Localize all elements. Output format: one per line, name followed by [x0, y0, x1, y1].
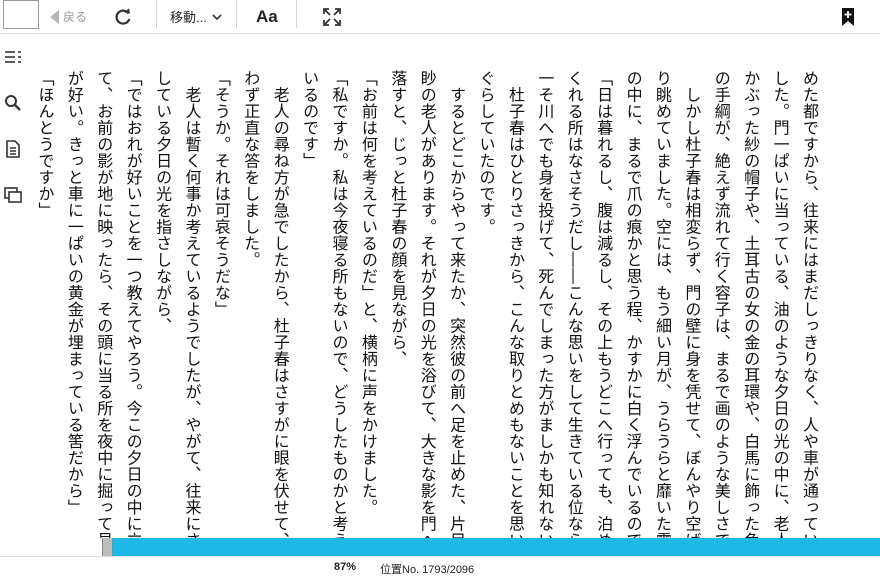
status-bar: 87% 位置No. 1793/2096: [0, 556, 880, 577]
toc-icon: [5, 51, 21, 63]
toolbar-separator: [156, 0, 157, 28]
text-line: 「ほんとうですか」: [35, 70, 55, 219]
text-line: の中に、まるで爪の痕かと思う程、かすかに白く浮んでいるのです。: [623, 70, 643, 538]
text-line: した。門一ぱいに当っている、油のような夕日の光の中に、老人の: [770, 70, 790, 538]
text-line: めた都ですから、往来にはまだしっきりなく、人や車が通っていま: [800, 70, 819, 538]
reading-page[interactable]: めた都ですから、往来にはまだしっきりなく、人や車が通っていま した。門一ぱいに当…: [28, 34, 880, 538]
location-indicator: 位置No. 1793/2096: [380, 564, 475, 576]
back-arrow-icon: [50, 9, 59, 24]
text-line: しかし杜子春は相変らず、門の壁に身を凭せて、ぼんやり空ばか: [682, 70, 702, 539]
sidebar: [0, 34, 28, 556]
fullscreen-icon: [323, 7, 341, 26]
move-label: 移動...: [170, 10, 207, 25]
notes-button[interactable]: [4, 140, 22, 158]
bookmark-icon: [842, 7, 854, 26]
progress-percent: 87%: [334, 561, 357, 573]
text-line: の手綱が、絶えず流れて行く容子は、まるで画のような美しさです。: [711, 70, 731, 538]
progress-handle[interactable]: [102, 538, 113, 556]
toolbar: 戻る 移動... Aa: [0, 0, 880, 34]
progress-bar[interactable]: [28, 538, 880, 556]
text-line: 一そ川へでも身を投げて、死んでしまった方がましかも知れない」: [535, 70, 555, 538]
text-line: いるのです」: [300, 70, 320, 169]
chevron-down-icon: [212, 13, 222, 20]
text-line: かぶった紗の帽子や、土耳古の女の金の耳環や、白馬に飾った色糸: [741, 70, 761, 538]
text-line: わず正直な答をしました。: [241, 70, 261, 268]
text-line: が好い。きっと車に一ぱいの黄金が埋まっている筈だから」: [64, 70, 84, 516]
fullscreen-button[interactable]: [322, 0, 342, 33]
text-line: 「日は暮れるし、腹は減るし、その上もうどこへ行っても、泊めて: [594, 70, 614, 538]
text-line: 眇の老人があります。それが夕日の光を浴びて、大きな影を門へ: [417, 70, 437, 538]
back-label: 戻る: [63, 10, 88, 24]
notes-icon: [6, 140, 20, 158]
text-line: 老人は暫く何事か考えているようでしたが、やがて、往来にさ: [182, 70, 202, 539]
text-line: て、お前の影が地に映ったら、その頭に当る所を夜中に掘って見る: [94, 70, 114, 538]
vertical-text-column: めた都ですから、往来にはまだしっきりなく、人や車が通っていま した。門一ぱいに当…: [30, 70, 824, 539]
font-label: Aa: [256, 6, 278, 26]
text-line: 落すと、じっと杜子春の顔を見ながら、: [388, 70, 408, 367]
pages-icon: [4, 187, 22, 203]
back-button[interactable]: 戻る: [50, 0, 87, 33]
bookmark-button[interactable]: [840, 0, 856, 33]
font-settings-button[interactable]: Aa: [256, 0, 278, 33]
pages-button[interactable]: [4, 186, 22, 204]
move-dropdown[interactable]: 移動...: [170, 0, 223, 33]
toolbar-toggle-box[interactable]: [3, 0, 39, 29]
toolbar-separator: [296, 0, 297, 28]
text-line: 「そうか。それは可哀そうだな」: [211, 70, 231, 318]
search-icon: [5, 95, 21, 111]
toolbar-separator: [236, 0, 237, 28]
refresh-icon: [115, 7, 131, 25]
text-line: 老人の尋ね方が急でしたから、杜子春はさすがに眼を伏せて、思: [270, 70, 290, 539]
text-line: 「ではおれが好いことを一つ教えてやろう。今この夕日の中に立っ: [123, 70, 143, 538]
text-line: くれる所はなさそうだし――こんな思いをして生きている位なら、: [564, 70, 584, 538]
text-line: するとどこからやって来たか、突然彼の前へ足を止めた、片目: [447, 70, 467, 539]
toc-button[interactable]: [4, 48, 22, 66]
text-line: している夕日の光を指さしながら、: [153, 70, 173, 334]
progress-track-start: [28, 538, 104, 556]
search-button[interactable]: [4, 94, 22, 112]
text-line: 「お前は何を考えているのだ」と、横柄に声をかけました。: [358, 70, 378, 516]
refresh-button[interactable]: [113, 0, 133, 33]
text-line: 杜子春はひとりさっきから、こんな取りとめもないことを思いめ: [505, 70, 525, 539]
text-line: ぐらしていたのです。: [476, 70, 496, 235]
text-line: 「私ですか。私は今夜寝る所もないので、どうしたものかと考えて: [329, 70, 349, 538]
text-line: り眺めていました。空には、もう細い月が、うらうらと靡いた霞: [652, 70, 672, 538]
